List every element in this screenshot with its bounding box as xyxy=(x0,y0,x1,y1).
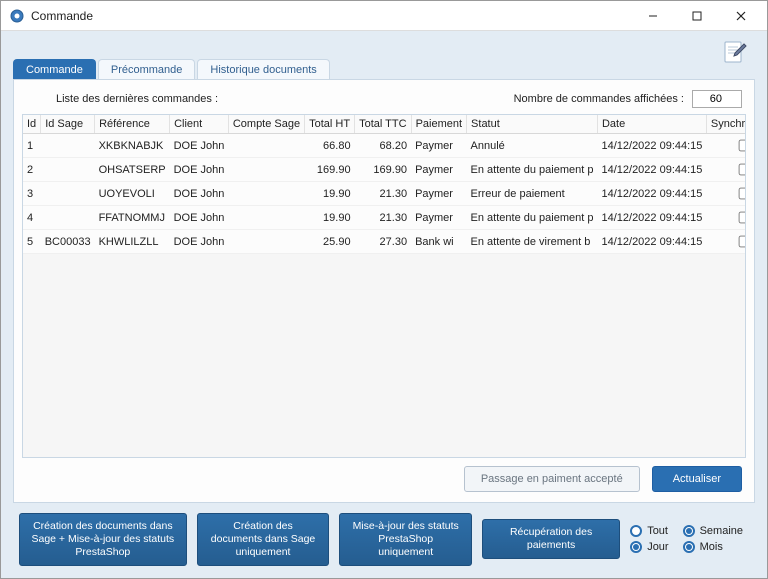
col-ref[interactable]: Référence xyxy=(95,115,170,134)
refresh-button[interactable]: Actualiser xyxy=(652,466,742,492)
col-idsage[interactable]: Id Sage xyxy=(41,115,95,134)
col-statut[interactable]: Statut xyxy=(467,115,598,134)
table-row[interactable]: 2OHSATSERPDOE John169.90169.90PaymerEn a… xyxy=(23,158,746,182)
close-button[interactable] xyxy=(719,2,763,30)
col-id[interactable]: Id xyxy=(23,115,41,134)
create-sage-only-button[interactable]: Création des documents dans Sage uniquem… xyxy=(197,513,330,566)
tabstrip: Commande Précommande Historique document… xyxy=(13,55,755,79)
window-controls xyxy=(631,2,763,30)
accept-payment-button[interactable]: Passage en paiment accepté xyxy=(464,466,640,492)
sync-checkbox[interactable] xyxy=(739,164,746,176)
panel-header: Liste des dernières commandes : Nombre d… xyxy=(22,90,746,108)
radio-jour[interactable]: Jour xyxy=(630,541,668,553)
col-pay[interactable]: Paiement xyxy=(411,115,466,134)
maximize-button[interactable] xyxy=(675,2,719,30)
tab-precommande[interactable]: Précommande xyxy=(98,59,196,80)
titlebar: Commande xyxy=(1,1,767,31)
window-title: Commande xyxy=(31,9,631,23)
orders-grid[interactable]: Id Id Sage Référence Client Compte Sage … xyxy=(22,114,746,458)
table-row[interactable]: 1XKBKNABJKDOE John66.8068.20PaymerAnnulé… xyxy=(23,134,746,158)
bottom-bar: Création des documents dans Sage + Mise-… xyxy=(13,503,755,570)
sync-checkbox[interactable] xyxy=(739,236,746,248)
app-window: Commande Commande Précommande Historique… xyxy=(0,0,768,579)
table-row[interactable]: 3UOYEVOLIDOE John19.9021.30PaymerErreur … xyxy=(23,182,746,206)
period-radio-group: Tout Semaine Jour Mois xyxy=(630,525,749,553)
create-sage-update-presta-button[interactable]: Création des documents dans Sage + Mise-… xyxy=(19,513,187,566)
client-area: Commande Précommande Historique document… xyxy=(1,31,767,578)
count-input[interactable] xyxy=(692,90,742,108)
sync-checkbox[interactable] xyxy=(739,212,746,224)
col-client[interactable]: Client xyxy=(170,115,229,134)
tab-panel: Liste des dernières commandes : Nombre d… xyxy=(13,79,755,503)
radio-tout[interactable]: Tout xyxy=(630,525,668,537)
tab-commande[interactable]: Commande xyxy=(13,59,96,80)
tab-historique[interactable]: Historique documents xyxy=(197,59,329,80)
col-date[interactable]: Date xyxy=(597,115,706,134)
app-icon xyxy=(9,8,25,24)
grid-header-row: Id Id Sage Référence Client Compte Sage … xyxy=(23,115,746,134)
list-label: Liste des dernières commandes : xyxy=(56,93,218,105)
sync-checkbox[interactable] xyxy=(739,140,746,152)
sync-checkbox[interactable] xyxy=(739,188,746,200)
panel-actions: Passage en paiment accepté Actualiser xyxy=(22,458,746,494)
count-label: Nombre de commandes affichées : xyxy=(514,93,684,105)
col-compte[interactable]: Compte Sage xyxy=(228,115,304,134)
col-sync[interactable]: Synchronisée xyxy=(706,115,746,134)
table-row[interactable]: 5BC00033KHWLILZLLDOE John25.9027.30Bank … xyxy=(23,230,746,254)
fetch-payments-button[interactable]: Récupération des paiements xyxy=(482,519,620,559)
table-row[interactable]: 4FFATNOMMJDOE John19.9021.30PaymerEn att… xyxy=(23,206,746,230)
minimize-button[interactable] xyxy=(631,2,675,30)
edit-document-icon xyxy=(721,39,749,67)
radio-mois[interactable]: Mois xyxy=(683,541,743,553)
col-ht[interactable]: Total HT xyxy=(305,115,355,134)
col-ttc[interactable]: Total TTC xyxy=(355,115,411,134)
update-presta-only-button[interactable]: Mise-à-jour des statuts PrestaShop uniqu… xyxy=(339,513,472,566)
radio-semaine[interactable]: Semaine xyxy=(683,525,743,537)
